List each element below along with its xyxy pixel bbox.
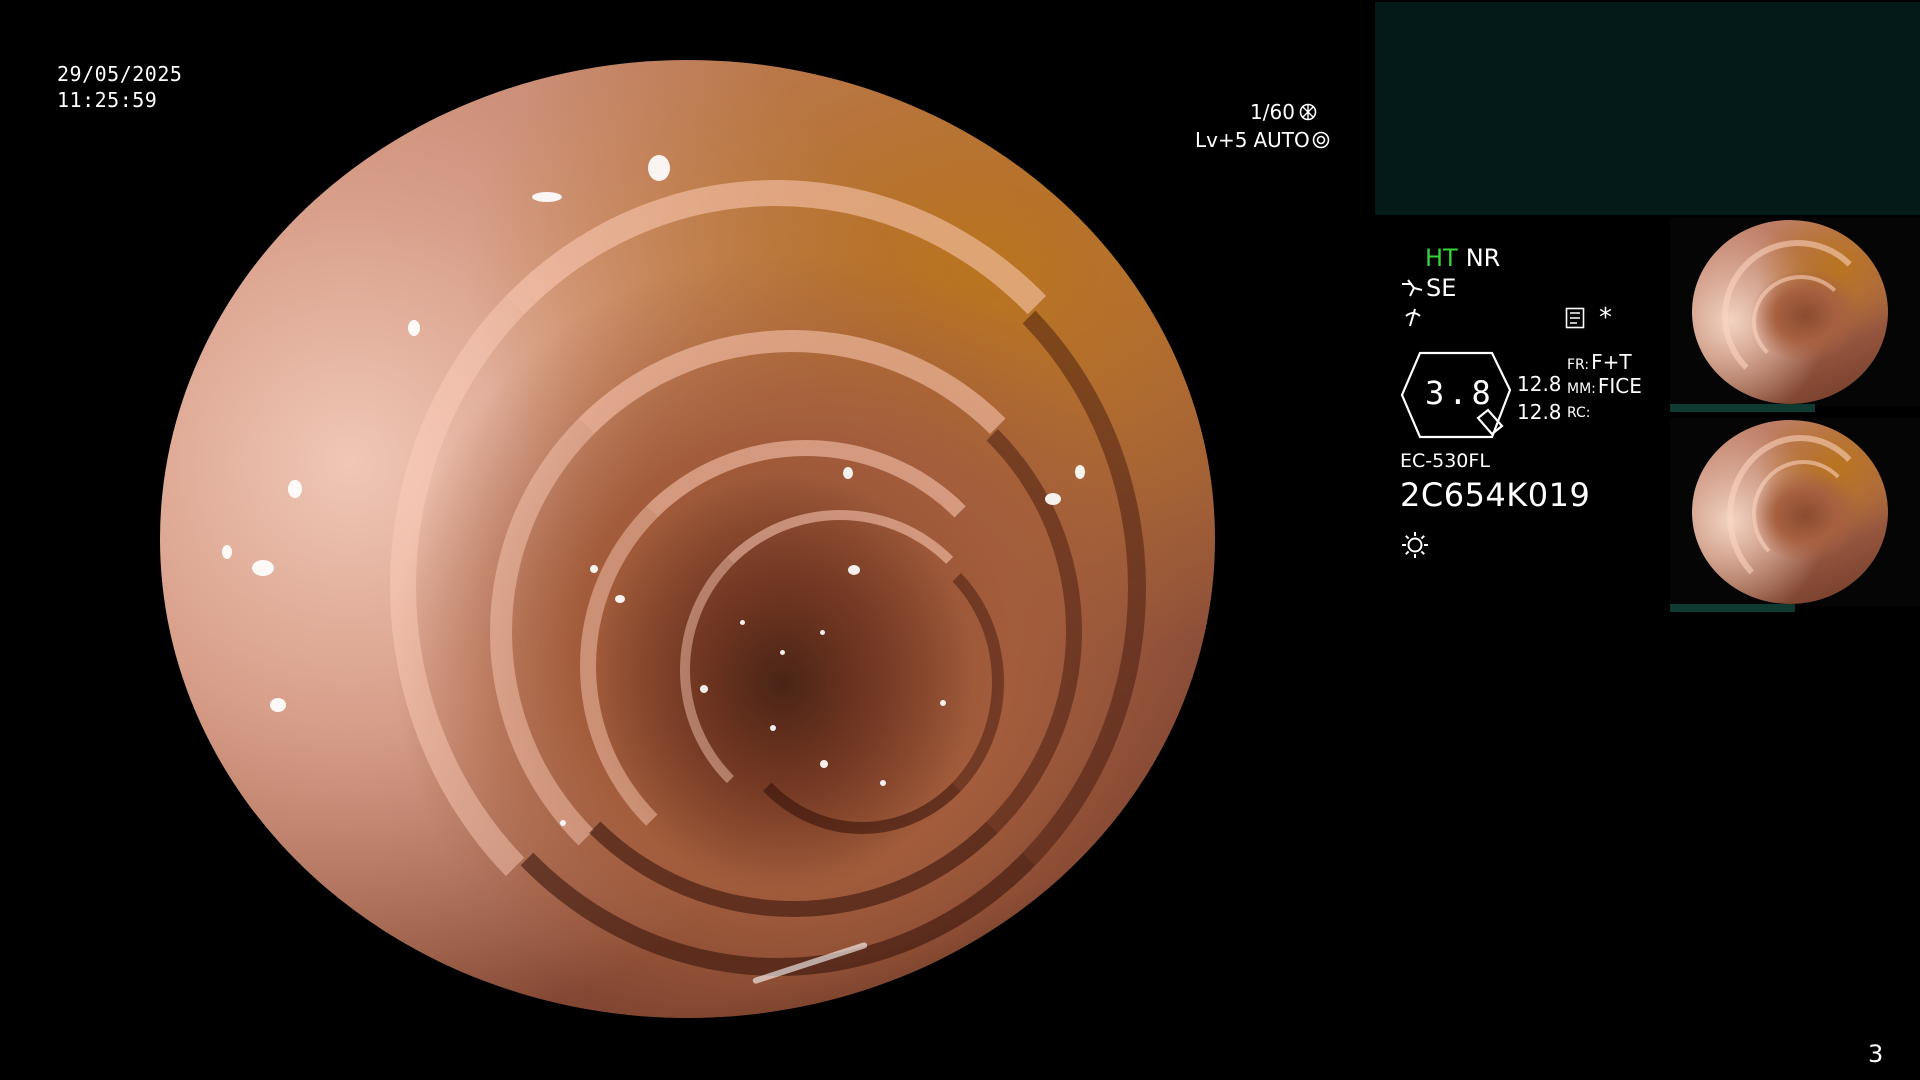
nr-label: NR xyxy=(1465,244,1501,272)
thumbnail-2[interactable] xyxy=(1670,418,1920,612)
fold-shadow xyxy=(720,530,1004,834)
info-display-area xyxy=(1375,2,1920,215)
specular-highlight xyxy=(560,820,566,826)
page-number: 3 xyxy=(1868,1040,1884,1068)
specular-highlight xyxy=(1045,493,1061,505)
specular-highlight xyxy=(770,725,776,731)
light-icon xyxy=(1402,532,1428,558)
value-bottom: 12.8 xyxy=(1517,400,1562,424)
specular-highlight xyxy=(288,480,302,498)
fr-row: FR: F+T xyxy=(1567,350,1632,374)
specular-highlight xyxy=(408,320,420,336)
processing-mode-row: HT NR xyxy=(1425,244,1500,272)
se-label: SE xyxy=(1426,274,1457,302)
specular-highlight xyxy=(820,630,825,635)
memory-card-icon xyxy=(1565,307,1585,329)
specular-highlight xyxy=(820,760,828,768)
specular-highlight xyxy=(270,698,286,712)
mm-label: MM: xyxy=(1567,381,1596,397)
specular-highlight xyxy=(740,620,745,625)
structure-enhance-row: SE xyxy=(1400,274,1456,302)
memory-status-row: * xyxy=(1565,303,1612,333)
scope-model-label: EC-530FL xyxy=(1400,450,1490,472)
time-label: 11:25:59 xyxy=(57,88,158,112)
specular-highlight xyxy=(843,467,853,479)
freeze-icon xyxy=(1405,308,1421,327)
thumbnail-fold xyxy=(1752,460,1855,568)
value-top: 12.8 xyxy=(1517,372,1562,396)
level-label: Lv+5 xyxy=(1195,128,1248,152)
gauge-value: 3.8 xyxy=(1425,374,1495,412)
rc-label: RC: xyxy=(1567,405,1591,421)
specular-highlight xyxy=(532,192,562,202)
scope-serial-label: 2C654K019 xyxy=(1400,476,1591,514)
auto-exposure-icon xyxy=(1312,131,1330,149)
shutter-label: 1/60 xyxy=(1250,100,1295,124)
thumbnail-bar xyxy=(1670,404,1815,412)
enhance-icon xyxy=(1402,279,1423,297)
exposure-readout: Lv+5 AUTO xyxy=(1195,128,1330,152)
specular-highlight xyxy=(590,565,598,573)
rc-row: RC: xyxy=(1567,402,1591,421)
fr-label: FR: xyxy=(1567,357,1590,373)
fr-value: F+T xyxy=(1591,350,1632,374)
mm-row: MM: FICE xyxy=(1567,374,1642,398)
thumbnail-bar xyxy=(1670,604,1795,612)
ht-label: HT xyxy=(1425,244,1458,272)
specular-highlight xyxy=(1075,465,1085,479)
asterisk-label: * xyxy=(1599,303,1612,333)
thumbnail-1[interactable] xyxy=(1670,218,1920,412)
specular-highlight xyxy=(780,650,785,655)
date-label: 29/05/2025 xyxy=(57,62,183,86)
specular-highlight xyxy=(252,560,274,576)
specular-highlight xyxy=(222,545,232,559)
thumbnail-image xyxy=(1692,420,1888,604)
thumbnail-fold xyxy=(1752,275,1850,368)
shutter-readout: 1/60 xyxy=(1250,100,1317,124)
specular-highlight xyxy=(615,595,625,603)
specular-highlight xyxy=(940,700,946,706)
specular-highlight xyxy=(848,565,860,575)
exposure-mode-label: AUTO xyxy=(1253,128,1310,152)
shutter-icon xyxy=(1299,103,1317,121)
specular-highlight xyxy=(880,780,886,786)
specular-highlight xyxy=(648,155,670,181)
thumbnail-image xyxy=(1692,220,1888,404)
specular-highlight xyxy=(700,685,708,693)
endoscope-main-view xyxy=(160,60,1215,1018)
mm-value: FICE xyxy=(1597,374,1642,398)
